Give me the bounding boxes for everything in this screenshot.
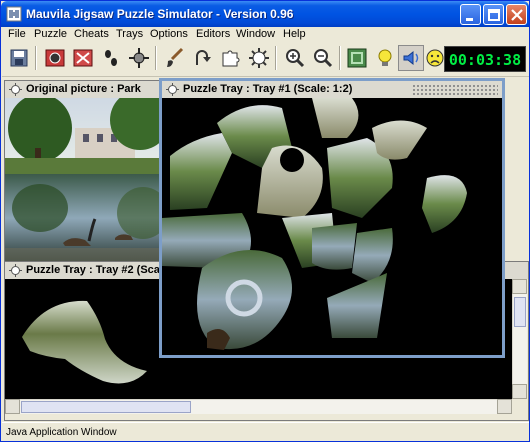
frame-title: Original picture : Park — [26, 83, 141, 95]
zoom-in-icon — [286, 49, 305, 68]
zoom-out-button[interactable] — [310, 45, 336, 71]
menu-puzzle[interactable]: Puzzle — [34, 28, 67, 40]
menu-cheats[interactable]: Cheats — [74, 28, 109, 40]
horizontal-scrollbar[interactable] — [5, 399, 512, 414]
toolbar-separator — [35, 46, 37, 70]
scatter-button[interactable] — [126, 45, 152, 71]
scroll-right-button[interactable] — [497, 399, 512, 414]
speaker-icon — [403, 50, 419, 66]
camera-icon — [45, 49, 65, 67]
desktop-pane: Original picture : Park Puzzle Tray: Tr… — [2, 78, 529, 421]
lightbulb-icon — [378, 49, 392, 66]
park-picture — [5, 98, 163, 262]
scroll-left-button[interactable] — [5, 399, 20, 414]
puzzle-frame-icon — [9, 264, 22, 277]
maximize-button[interactable] — [483, 4, 504, 25]
tray-1-canvas[interactable] — [162, 98, 502, 355]
picture-button[interactable] — [344, 45, 370, 71]
vertical-scrollbar[interactable] — [512, 279, 527, 399]
delete-picture-button[interactable] — [70, 45, 96, 71]
maximize-icon — [488, 9, 500, 21]
brush-button[interactable] — [162, 45, 188, 71]
frame-title-bar[interactable]: Original picture : Park — [5, 81, 163, 98]
zoom-in-button[interactable] — [282, 45, 308, 71]
gear-piece-button[interactable] — [246, 45, 272, 71]
camera-button[interactable] — [42, 45, 68, 71]
original-picture-frame[interactable]: Original picture : Park — [4, 80, 164, 263]
menu-window[interactable]: Window — [236, 28, 275, 40]
toolbar: 00:03:38 — [2, 43, 529, 77]
elapsed-timer: 00:03:38 — [444, 46, 526, 72]
status-bar: Java Application Window — [2, 422, 529, 441]
scroll-thumb[interactable] — [514, 297, 526, 327]
picture-icon — [347, 48, 367, 68]
menu-editors[interactable]: Editors — [196, 28, 230, 40]
menu-trays[interactable]: Trays — [116, 28, 143, 40]
toolbar-separator — [339, 46, 341, 70]
window-title: Mauvila Jigsaw Puzzle Simulator - Versio… — [26, 7, 294, 21]
app-puzzle-icon — [6, 6, 22, 22]
frame-title-bar[interactable]: Puzzle Tray : Tray #1 (Scale: 1:2) — [162, 81, 502, 98]
puzzle-piece[interactable] — [5, 279, 165, 399]
puzzle-frame-icon — [9, 83, 22, 96]
rotate-button[interactable] — [190, 45, 216, 71]
sound-toggle-button[interactable] — [398, 45, 424, 71]
menu-options[interactable]: Options — [150, 28, 188, 40]
rotate-icon — [196, 50, 211, 65]
menu-bar: File Puzzle Cheats Trays Options Editors… — [2, 27, 529, 43]
puzzle-pieces[interactable] — [162, 98, 502, 355]
minimize-button[interactable] — [460, 4, 481, 25]
menu-help[interactable]: Help — [283, 28, 306, 40]
puzzle-piece-icon — [222, 50, 240, 67]
scatter-icon — [129, 48, 149, 68]
minimize-icon — [466, 18, 473, 21]
toolbar-separator — [275, 46, 277, 70]
puzzle-frame-icon — [166, 83, 179, 96]
delete-picture-icon — [73, 49, 93, 67]
save-button[interactable] — [6, 45, 32, 71]
frame-grip — [412, 84, 498, 95]
title-bar[interactable]: Mauvila Jigsaw Puzzle Simulator - Versio… — [1, 1, 529, 27]
brush-icon — [167, 47, 184, 67]
footprints-button[interactable] — [98, 45, 124, 71]
status-text: Java Application Window — [6, 427, 117, 438]
close-button[interactable] — [506, 4, 527, 25]
puzzle-tray-1-frame[interactable]: Puzzle Tray : Tray #1 (Scale: 1:2) — [159, 78, 505, 358]
close-icon — [511, 9, 523, 21]
lightbulb-button[interactable] — [372, 45, 398, 71]
gear-piece-icon — [249, 48, 269, 68]
puzzle-piece-button[interactable] — [218, 45, 244, 71]
save-icon — [10, 49, 28, 67]
zoom-out-icon — [314, 49, 333, 68]
footprints-icon — [105, 50, 117, 66]
toolbar-separator — [155, 46, 157, 70]
scroll-up-button[interactable] — [512, 279, 527, 294]
menu-file[interactable]: File — [8, 28, 26, 40]
frame-title: Puzzle Tray : Tray #1 (Scale: 1:2) — [183, 83, 353, 95]
application-window: Mauvila Jigsaw Puzzle Simulator - Versio… — [0, 0, 530, 442]
scroll-thumb[interactable] — [21, 401, 191, 413]
scroll-down-button[interactable] — [512, 384, 527, 399]
